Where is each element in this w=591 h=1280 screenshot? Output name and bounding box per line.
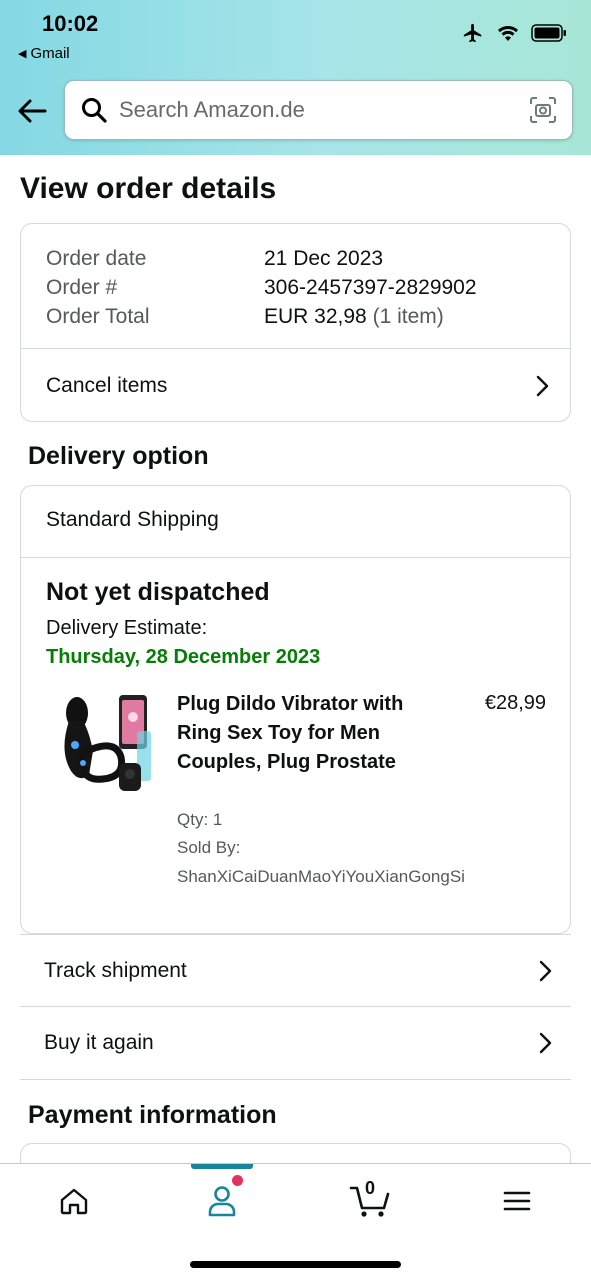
- payment-section-title: Payment information: [28, 1101, 277, 1129]
- order-number-label: Order #: [46, 276, 118, 299]
- battery-icon: [531, 24, 566, 42]
- sold-by-label: Sold By:: [177, 838, 241, 857]
- cancel-items-label: Cancel items: [46, 373, 168, 397]
- back-app-label: Gmail: [30, 45, 70, 62]
- shipment-status: Not yet dispatched: [46, 578, 270, 606]
- tab-account[interactable]: [192, 1176, 252, 1226]
- back-arrow-button[interactable]: [14, 93, 50, 129]
- order-summary-card: Order date 21 Dec 2023 Order # 306-24573…: [20, 223, 571, 422]
- seller-name[interactable]: ShanXiCaiDuanMaoYiYouXianGongSi: [177, 867, 465, 887]
- notification-dot: [232, 1175, 243, 1186]
- chevron-right-icon: [536, 375, 549, 396]
- order-total-value: EUR 32,98: [264, 305, 367, 328]
- wifi-icon: [498, 26, 518, 41]
- product-price: €28,99: [484, 692, 546, 714]
- order-date-label: Order date: [46, 247, 147, 270]
- order-total-label: Order Total: [46, 305, 150, 328]
- status-icons: [461, 22, 567, 44]
- delivery-section-title: Delivery option: [28, 442, 209, 470]
- menu-icon: [503, 1191, 531, 1211]
- search-input[interactable]: [119, 97, 528, 123]
- product-title-link[interactable]: Plug Dildo Vibrator with Ring Sex Toy fo…: [177, 690, 447, 777]
- chevron-right-icon: [539, 960, 552, 981]
- delivery-card: Standard Shipping Not yet dispatched Del…: [20, 485, 571, 934]
- back-to-app-link[interactable]: ◀ Gmail: [18, 45, 70, 62]
- tab-menu[interactable]: [487, 1176, 547, 1226]
- buy-it-again-label: Buy it again: [44, 1031, 154, 1054]
- back-triangle-icon: ◀: [18, 48, 27, 60]
- delivery-estimate-date: Thursday, 28 December 2023: [46, 646, 321, 668]
- airplane-icon: [463, 23, 482, 43]
- divider: [21, 557, 570, 558]
- arrow-left-icon: [18, 99, 47, 123]
- chevron-right-icon: [539, 1032, 552, 1054]
- tab-home[interactable]: [44, 1176, 104, 1226]
- cart-count-badge: 0: [365, 1178, 376, 1198]
- order-number-value: 306-2457397-2829902: [264, 276, 477, 299]
- product-image[interactable]: [49, 691, 153, 799]
- home-indicator: [190, 1261, 401, 1268]
- active-tab-indicator: [191, 1164, 253, 1169]
- order-total-value-wrap: EUR 32,98 (1 item): [264, 302, 444, 331]
- order-total-row: Order Total EUR 32,98 (1 item): [46, 302, 477, 331]
- delivery-estimate-label: Delivery Estimate:: [46, 617, 208, 639]
- shipping-method: Standard Shipping: [46, 508, 219, 531]
- product-quantity: Qty: 1: [177, 810, 223, 829]
- camera-scan-icon[interactable]: [528, 95, 558, 125]
- cancel-items-button[interactable]: Cancel items: [21, 349, 570, 422]
- person-icon: [208, 1186, 236, 1217]
- buy-it-again-button[interactable]: Buy it again: [20, 1007, 571, 1080]
- order-info-list: Order date 21 Dec 2023 Order # 306-24573…: [46, 244, 477, 331]
- order-number-row: Order # 306-2457397-2829902: [46, 273, 477, 302]
- search-bar[interactable]: [64, 80, 573, 140]
- page-title: View order details: [20, 172, 277, 205]
- track-shipment-button[interactable]: Track shipment: [20, 934, 571, 1007]
- home-icon: [60, 1188, 88, 1215]
- order-date-value: 21 Dec 2023: [264, 247, 384, 270]
- status-time: 10:02: [42, 11, 99, 36]
- track-shipment-label: Track shipment: [44, 958, 187, 982]
- order-item-count: (1 item): [372, 305, 444, 328]
- order-date-row: Order date 21 Dec 2023: [46, 244, 477, 273]
- search-icon: [79, 95, 109, 125]
